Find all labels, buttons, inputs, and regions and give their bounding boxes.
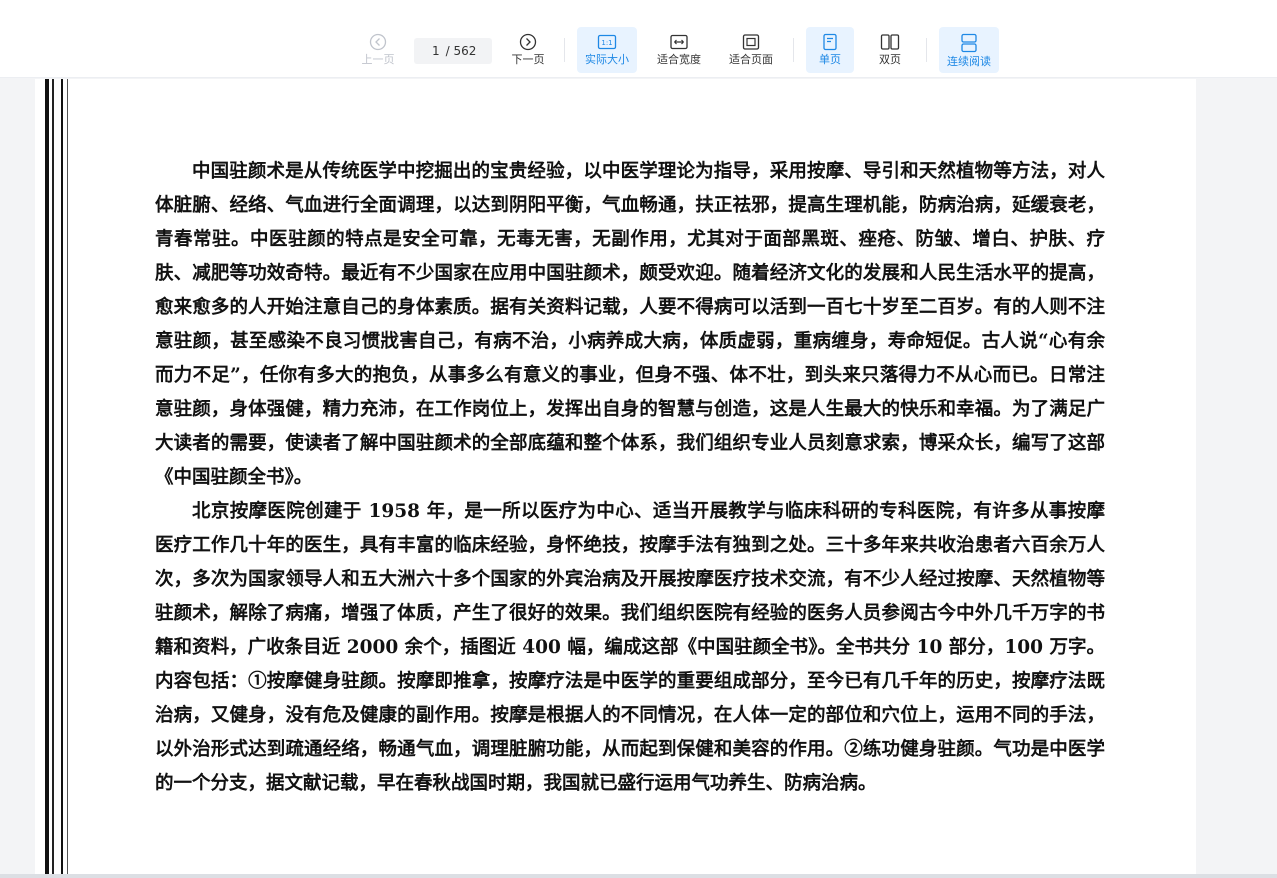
page-number-box[interactable]: 1 / 562 (414, 38, 492, 64)
paragraph: 北京按摩医院创建于 1958 年，是一所以医疗为中心、适当开展教学与临床科研的专… (155, 501, 1105, 794)
prev-page-label: 上一页 (361, 53, 395, 66)
actual-size-icon: 1:1 (597, 34, 617, 50)
scan-spine-edge (45, 79, 49, 874)
document-page: 中国驻颜术是从传统医学中挖掘出的宝贵经验，以中医学理论为指导，采用按摩、导引和天… (35, 79, 1196, 874)
fit-width-button[interactable]: 适合宽度 (649, 27, 709, 73)
fit-width-label: 适合宽度 (657, 53, 701, 66)
fit-width-icon (670, 34, 688, 50)
page-total: / 562 (445, 44, 477, 58)
single-page-icon (823, 33, 837, 51)
toolbar-divider (564, 38, 565, 62)
actual-size-badge: 1:1 (601, 39, 612, 47)
document-viewer[interactable]: 中国驻颜术是从传统医学中挖掘出的宝贵经验，以中医学理论为指导，采用按摩、导引和天… (0, 79, 1277, 874)
scan-spine-edge (52, 79, 54, 874)
horizontal-scrollbar[interactable] (0, 874, 1277, 878)
single-page-button[interactable]: 单页 (806, 27, 854, 73)
actual-size-label: 实际大小 (585, 53, 629, 66)
reader-toolbar: 上一页 1 / 562 下一页 1:1 实际大小 适合宽度 适合页面 单页 双页… (0, 0, 1277, 78)
scan-spine-edge (61, 79, 63, 874)
single-page-label: 单页 (819, 53, 841, 66)
scan-spine-edge (67, 79, 68, 874)
actual-size-button[interactable]: 1:1 实际大小 (577, 27, 637, 73)
next-page-label: 下一页 (511, 53, 545, 66)
fit-page-label: 适合页面 (729, 53, 773, 66)
next-page-button[interactable]: 下一页 (505, 27, 551, 73)
chevron-right-circle-icon (519, 33, 537, 51)
double-page-icon (880, 34, 900, 50)
double-page-button[interactable]: 双页 (866, 27, 914, 73)
fit-page-button[interactable]: 适合页面 (721, 27, 781, 73)
fit-page-icon (742, 34, 760, 50)
continuous-reading-icon (961, 33, 977, 53)
prev-page-button[interactable]: 上一页 (355, 27, 401, 73)
chevron-left-circle-icon (369, 33, 387, 51)
continuous-reading-button[interactable]: 连续阅读 (939, 27, 999, 73)
toolbar-divider (926, 38, 927, 62)
continuous-reading-label: 连续阅读 (947, 55, 991, 68)
document-text: 中国驻颜术是从传统医学中挖掘出的宝贵经验，以中医学理论为指导，采用按摩、导引和天… (155, 155, 1105, 801)
paragraph: 中国驻颜术是从传统医学中挖掘出的宝贵经验，以中医学理论为指导，采用按摩、导引和天… (155, 161, 1105, 488)
page-current-input[interactable]: 1 (430, 44, 440, 58)
toolbar-divider (793, 38, 794, 62)
double-page-label: 双页 (879, 53, 901, 66)
